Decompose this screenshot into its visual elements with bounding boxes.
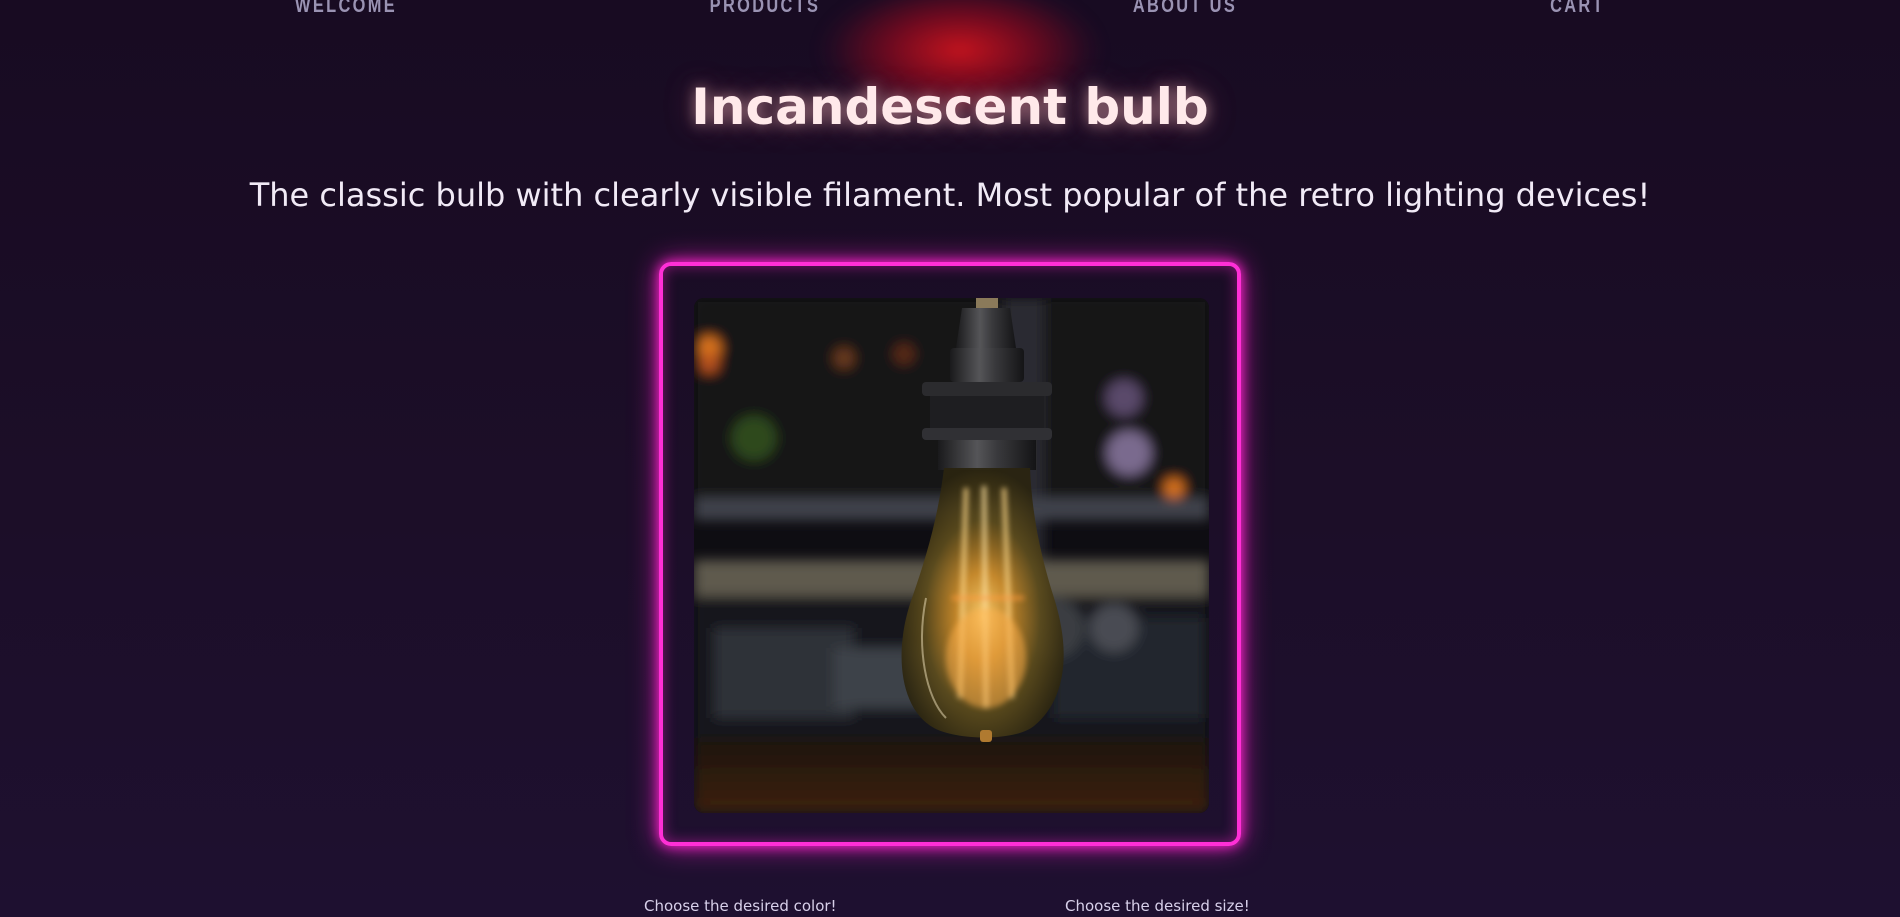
- product-title: Incandescent bulb: [691, 78, 1209, 136]
- size-option-label: Choose the desired size!: [1065, 897, 1250, 915]
- product-description: The classic bulb with clearly visible fi…: [249, 176, 1651, 214]
- nav-products[interactable]: PRODUCTS: [707, 0, 824, 18]
- color-option-label: Choose the desired color!: [644, 897, 837, 915]
- bulb-photo: [694, 298, 1209, 813]
- nav-about-us[interactable]: ABOUT US: [1127, 0, 1244, 18]
- page: WELCOME PRODUCTS ABOUT US CART Incandesc…: [0, 0, 1900, 917]
- product-image: [694, 298, 1209, 813]
- top-nav: WELCOME PRODUCTS ABOUT US CART: [0, 0, 1900, 20]
- nav-welcome[interactable]: WELCOME: [291, 0, 400, 18]
- nav-cart[interactable]: CART: [1537, 0, 1619, 18]
